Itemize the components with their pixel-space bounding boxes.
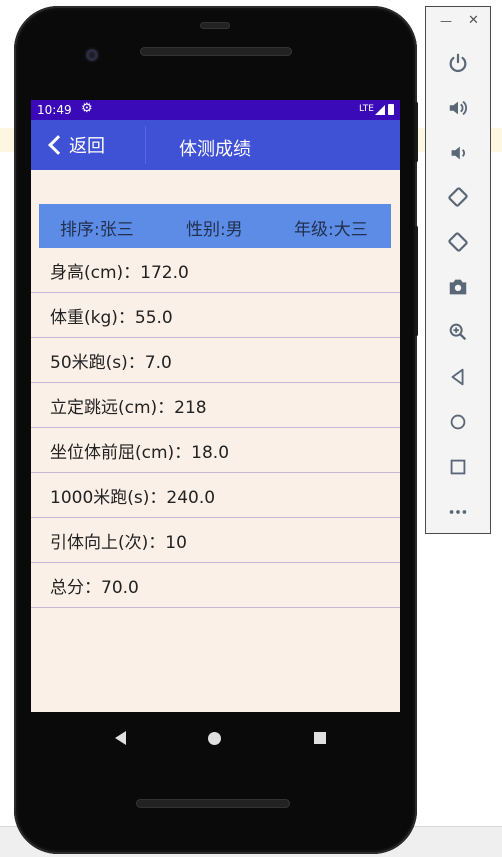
- bottom-speaker: [136, 799, 290, 808]
- power-icon[interactable]: [443, 48, 473, 78]
- back-icon[interactable]: [443, 362, 473, 392]
- list-item-height: 身高(cm)：172.0: [31, 248, 400, 293]
- grade-label: 年级:大三: [294, 220, 368, 240]
- list-item-50m-run: 50米跑(s)：7.0: [31, 338, 400, 383]
- rotate-right-icon[interactable]: [443, 227, 473, 257]
- volume-down-icon[interactable]: [443, 138, 473, 168]
- status-bar: 10:49 ⚙ LTE: [31, 100, 400, 120]
- camera-icon[interactable]: [443, 272, 473, 302]
- appbar-divider: [145, 126, 146, 164]
- chevron-left-icon: [48, 135, 68, 155]
- overview-icon[interactable]: [443, 452, 473, 482]
- rotate-left-icon[interactable]: [443, 182, 473, 212]
- back-label: 返回: [69, 136, 105, 157]
- gear-icon: ⚙: [81, 101, 93, 116]
- list-item-long-jump: 立定跳远(cm)：218: [31, 383, 400, 428]
- volume-up-icon[interactable]: [443, 93, 473, 123]
- list-item-weight: 体重(kg)：55.0: [31, 293, 400, 338]
- nav-overview-icon[interactable]: [314, 732, 326, 744]
- more-icon[interactable]: [443, 497, 473, 527]
- front-camera: [86, 49, 98, 61]
- list-item-1000m-run: 1000米跑(s)：240.0: [31, 473, 400, 518]
- list-item-total-score: 总分：70.0: [31, 563, 400, 608]
- app-bar: 返回 体测成绩: [31, 120, 400, 170]
- close-icon[interactable]: ✕: [468, 13, 479, 28]
- earpiece: [200, 22, 230, 29]
- rank-label: 排序:张三: [60, 220, 134, 240]
- list-item-pull-ups: 引体向上(次)：10: [31, 518, 400, 563]
- student-info-bar: 排序:张三 性别:男 年级:大三: [39, 204, 391, 248]
- top-speaker: [140, 47, 292, 56]
- minimize-icon[interactable]: —: [440, 14, 452, 28]
- power-side-button: [415, 102, 418, 162]
- home-icon[interactable]: [443, 407, 473, 437]
- network-label: LTE: [359, 104, 374, 114]
- battery-icon: [388, 104, 394, 115]
- score-list: 身高(cm)：172.0 体重(kg)：55.0 50米跑(s)：7.0 立定跳…: [31, 248, 400, 608]
- emulator-toolbar: — ✕: [425, 6, 491, 534]
- nav-home-icon[interactable]: [208, 732, 221, 745]
- zoom-icon[interactable]: [443, 317, 473, 347]
- phone-frame: 10:49 ⚙ LTE 返回 体测成绩 排序:张三 性别:男 年级:大三 身高(…: [14, 6, 418, 854]
- nav-back-icon[interactable]: [115, 731, 126, 745]
- status-time: 10:49: [37, 103, 72, 117]
- android-nav-bar: [31, 712, 400, 764]
- page-title: 体测成绩: [179, 139, 251, 160]
- app-screen: 10:49 ⚙ LTE 返回 体测成绩 排序:张三 性别:男 年级:大三 身高(…: [31, 100, 400, 712]
- gender-label: 性别:男: [186, 220, 243, 240]
- back-button[interactable]: 返回: [31, 120, 145, 170]
- list-item-sit-and-reach: 坐位体前屈(cm)：18.0: [31, 428, 400, 473]
- signal-icon: [375, 105, 385, 115]
- volume-side-button: [415, 226, 418, 336]
